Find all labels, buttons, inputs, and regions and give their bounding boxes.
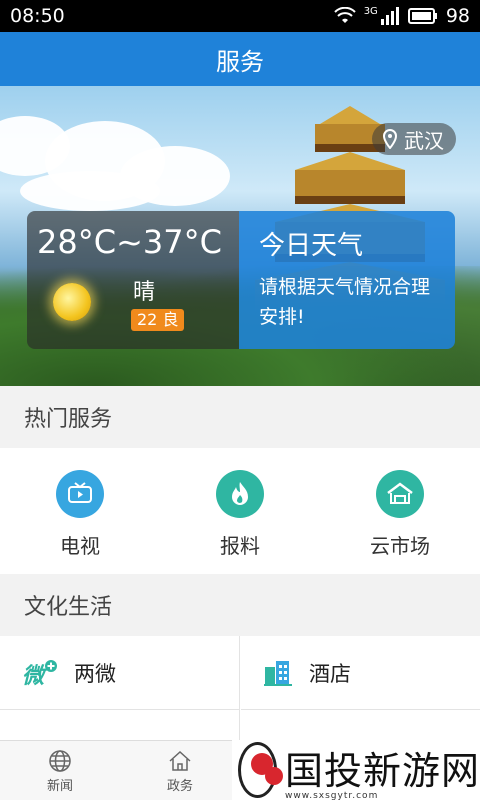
service-label: 电视 xyxy=(60,534,100,558)
page-title: 服务 xyxy=(216,47,264,76)
hero-banner: 武汉 28°C~37°C 晴 22 良 今日天气 请根据天气情况合理安排! xyxy=(0,86,480,386)
wifi-icon xyxy=(333,7,356,23)
weather-card[interactable]: 28°C~37°C 晴 22 良 xyxy=(27,211,239,349)
status-bar: 08:50 3G 98 xyxy=(0,0,480,32)
location-selector[interactable]: 武汉 xyxy=(372,123,456,155)
service-tv[interactable]: 电视 xyxy=(0,448,160,574)
signal-icon xyxy=(380,7,399,25)
hotel-icon xyxy=(264,660,292,686)
tab-label: 新闻 xyxy=(46,778,73,794)
battery-icon xyxy=(407,8,437,24)
weather-condition: 晴 xyxy=(133,280,156,305)
hot-services-header: 热门服务 xyxy=(0,386,480,448)
watermark-logo-icon xyxy=(238,742,283,798)
fire-icon xyxy=(216,470,264,518)
site-watermark: 国投新游网 www.sxsgytr.com xyxy=(232,740,480,800)
watermark-text-group: 国投新游网 www.sxsgytr.com xyxy=(285,740,480,800)
battery-level: 98 xyxy=(445,5,470,27)
culture-item-label: 酒店 xyxy=(309,661,351,686)
section-title: 文化生活 xyxy=(24,595,113,620)
today-weather-text: 请根据天气情况合理安排! xyxy=(259,276,431,328)
culture-item-weibo-wechat[interactable]: 微 两微 xyxy=(0,636,239,710)
temperature-range: 28°C~37°C xyxy=(37,223,222,261)
cloud-decoration xyxy=(20,171,160,211)
market-icon xyxy=(376,470,424,518)
service-label: 报料 xyxy=(220,534,260,558)
status-time: 08:50 xyxy=(10,5,65,27)
network-type-label: 3G xyxy=(363,5,378,17)
tab-news[interactable]: 新闻 xyxy=(0,741,120,800)
sunny-icon xyxy=(53,283,91,321)
grid-divider xyxy=(239,636,240,756)
svg-text:微: 微 xyxy=(22,664,48,687)
service-report[interactable]: 报料 xyxy=(160,448,320,574)
service-cloud-market[interactable]: 云市场 xyxy=(320,448,480,574)
watermark-text: 国投新游网 xyxy=(284,748,480,793)
status-icons: 3G 98 xyxy=(333,5,470,27)
weibo-plus-icon: 微 xyxy=(22,659,57,687)
service-label: 云市场 xyxy=(370,534,430,558)
tab-label: 政务 xyxy=(166,778,193,794)
today-weather-card[interactable]: 今日天气 请根据天气情况合理安排! xyxy=(239,211,455,349)
culture-grid: 微 两微 酒店 xyxy=(0,636,480,756)
location-name: 武汉 xyxy=(404,128,444,153)
culture-item-label: 两微 xyxy=(74,661,116,686)
culture-header: 文化生活 xyxy=(0,574,480,636)
location-pin-icon xyxy=(382,129,398,149)
culture-item-hotel[interactable]: 酒店 xyxy=(241,636,480,710)
today-weather-title: 今日天气 xyxy=(259,231,364,261)
tab-government[interactable]: 政务 xyxy=(120,741,240,800)
aqi-badge: 22 良 xyxy=(131,309,185,331)
app-bar: 服务 xyxy=(0,32,480,86)
tv-icon xyxy=(56,470,104,518)
section-title: 热门服务 xyxy=(24,407,113,432)
home-icon xyxy=(169,750,191,771)
hot-services-grid: 电视 报料 云市场 xyxy=(0,448,480,574)
globe-icon xyxy=(49,749,71,772)
